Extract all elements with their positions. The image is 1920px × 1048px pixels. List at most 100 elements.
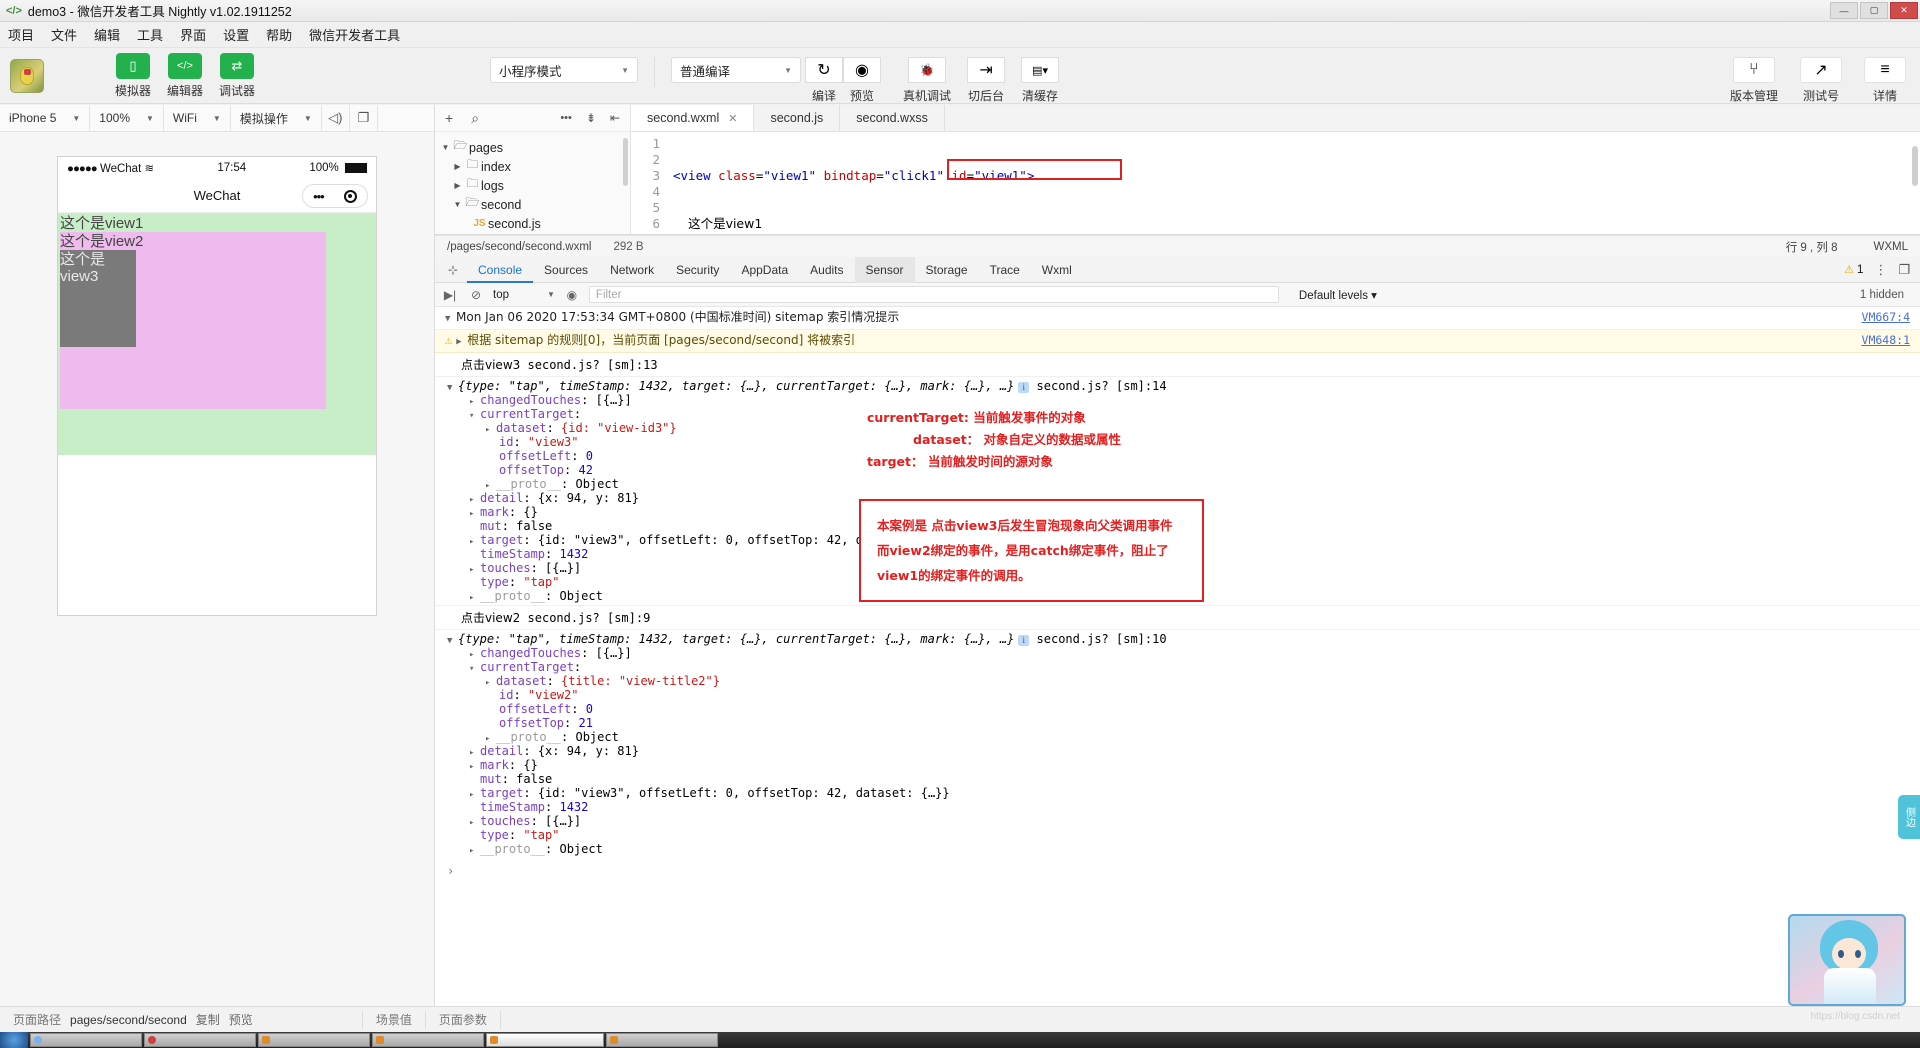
console-source-link[interactable]: second.js? [sm]:10 [1037,632,1167,646]
object-prop[interactable]: ▸ __proto__: Object [447,477,1920,491]
clear-cache-button[interactable]: ▤▾ 清缓存 [1021,57,1060,104]
clear-console-icon[interactable]: ⊘ [467,288,485,302]
chevron-right-icon[interactable]: ▸ [469,397,480,407]
copy-path-button[interactable]: 复制 [196,1011,220,1028]
real-device-debug-button[interactable]: 🐞 真机调试 [903,57,951,104]
object-prop[interactable]: ▸ mark: {} [447,758,1920,772]
project-avatar[interactable] [10,58,44,93]
console-output[interactable]: ▼ Mon Jan 06 2020 17:53:34 GMT+0800 (中国标准… [435,307,1920,1018]
chevron-down-icon[interactable]: ▾ [469,664,480,674]
object-prop[interactable]: ▾ currentTarget: [447,660,1920,674]
tab-sources[interactable]: Sources [533,257,599,283]
preview-button[interactable]: ◉ 预览 [843,57,881,104]
close-icon[interactable]: ✕ [728,112,737,125]
menu-item-tools[interactable]: 工具 [137,25,163,44]
object-prop[interactable]: ▸ detail: {x: 94, y: 81} [447,744,1920,758]
menu-item-edit[interactable]: 编辑 [94,25,120,44]
console-group-row[interactable]: ▼ Mon Jan 06 2020 17:53:34 GMT+0800 (中国标准… [435,307,1920,330]
toggle-editor-button[interactable]: </> 编辑器 [164,52,206,99]
tab-network[interactable]: Network [599,257,665,283]
test-account-button[interactable]: ↗ 测试号 [1800,57,1842,104]
view3[interactable]: 这个是view3 [60,250,136,347]
tab-trace[interactable]: Trace [979,257,1031,283]
menu-item-help[interactable]: 帮助 [266,25,292,44]
chevron-right-icon[interactable]: ▸ [469,790,480,800]
chevron-right-icon[interactable]: ▸ [485,481,496,491]
tree-node-pages[interactable]: ▼ 🗁 pages [435,138,630,157]
file-tree-scrollbar[interactable] [623,138,628,186]
chevron-right-icon[interactable]: ▸ [469,593,480,603]
chevron-right-icon[interactable]: ▶ [451,162,464,171]
collapse-icon[interactable]: ⇤ [610,111,620,125]
version-control-button[interactable]: ⑂ 版本管理 [1730,57,1778,104]
console-input-prompt[interactable]: › [435,858,1920,878]
object-prop[interactable]: ▸ dataset: {id: "view-id3"} [447,421,1920,435]
tree-node-logs[interactable]: ▶ 🗀 logs [435,176,630,195]
chevron-right-icon[interactable]: ▸ [469,650,480,660]
taskbar-item-active[interactable] [486,1033,604,1047]
execute-icon[interactable]: ▶| [441,288,459,302]
phone-capsule-buttons[interactable]: ••• [302,184,368,208]
zoom-select[interactable]: 100% ▼ [90,104,164,132]
chevron-right-icon[interactable]: ▸ [469,818,480,828]
scene-value-button[interactable]: 场景值 [363,1007,425,1033]
code-surface[interactable]: 1 2 3 4 5 6 <view class="view1" bindtap=… [631,132,1920,234]
chevron-right-icon[interactable]: ▸ [469,748,480,758]
console-source-link[interactable]: second.js? [sm]:9 [528,611,651,625]
console-source-link[interactable]: VM648:1 [1862,332,1910,348]
console-source-link[interactable]: second.js? [sm]:14 [1037,379,1167,393]
tab-audits[interactable]: Audits [799,257,854,283]
compile-button[interactable]: ↻ 编译 [805,57,843,104]
tab-console[interactable]: Console [467,257,534,283]
volume-icon[interactable]: ◁) [322,104,350,132]
code-lines[interactable]: <view class="view1" bindtap="click1" id=… [667,132,1920,234]
taskbar-item[interactable] [372,1033,484,1047]
page-params-button[interactable]: 页面参数 [426,1007,500,1033]
chevron-right-icon[interactable]: ▸ [469,537,480,547]
tab-second-wxml[interactable]: second.wxml ✕ [631,105,755,131]
start-button[interactable] [0,1032,28,1048]
kebab-icon[interactable]: ⋮ [1874,262,1887,278]
object-prop[interactable]: ▸ __proto__: Object [447,842,1920,856]
chevron-down-icon[interactable]: ▼ [445,311,456,327]
tab-second-wxss[interactable]: second.wxss [840,105,945,131]
chevron-right-icon[interactable]: ▸ [469,565,480,575]
dock-icon[interactable]: ❐ [1898,262,1910,278]
chevron-right-icon[interactable]: ▸ [469,846,480,856]
tree-node-second[interactable]: ▼ 🗁 second [435,195,630,214]
target-icon[interactable] [343,189,357,203]
object-prop[interactable]: ▸ dataset: {title: "view-title2"} [447,674,1920,688]
chevron-right-icon[interactable]: ▸ [485,734,496,744]
object-prop[interactable]: ▸ __proto__: Object [447,730,1920,744]
mascot-widget[interactable] [1788,914,1906,1006]
network-select[interactable]: WiFi ▼ [164,104,231,132]
chevron-right-icon[interactable]: ▶ [451,181,464,190]
info-icon[interactable]: i [1018,635,1030,646]
details-button[interactable]: ≡ 详情 [1864,57,1906,104]
taskbar-item[interactable] [30,1033,142,1047]
chevron-down-icon[interactable]: ▼ [451,200,464,209]
chevron-right-icon[interactable]: ▸ [469,509,480,519]
console-filter-input[interactable]: Filter [588,286,1279,303]
more-icon[interactable]: ••• [313,189,325,204]
preview-path-button[interactable]: 预览 [229,1011,253,1028]
log-levels-select[interactable]: Default levels ▾ [1299,288,1377,302]
console-object-row[interactable]: ▼ {type: "tap", timeStamp: 1432, target: … [435,630,1920,858]
console-source-link[interactable]: VM667:4 [1862,309,1910,325]
view1[interactable]: 这个是view1 这个是view2 这个是view3 [58,213,376,455]
menu-item-project[interactable]: 项目 [8,25,34,44]
object-prop[interactable]: ▸ target: {id: "view3", offsetLeft: 0, of… [447,786,1920,800]
minimize-button[interactable]: — [1830,2,1858,19]
chevron-right-icon[interactable]: ▸ [469,762,480,772]
search-icon[interactable]: ⌕ [471,110,479,127]
maximize-button[interactable]: ▢ [1860,2,1888,19]
toggle-debugger-button[interactable]: ⇄ 调试器 [216,52,258,99]
object-prop[interactable]: ▾ currentTarget: [447,407,1920,421]
chevron-down-icon[interactable]: ▼ [447,636,458,646]
chevron-down-icon[interactable]: ▾ [469,411,480,421]
tree-node-index[interactable]: ▶ 🗀 index [435,157,630,176]
object-prop[interactable]: ▸ changedTouches: [{…}] [447,393,1920,407]
side-tab-button[interactable]: 侧边 [1898,795,1920,839]
object-prop[interactable]: ▸ touches: [{…}] [447,814,1920,828]
object-summary-line[interactable]: ▼ {type: "tap", timeStamp: 1432, target: … [447,632,1920,646]
